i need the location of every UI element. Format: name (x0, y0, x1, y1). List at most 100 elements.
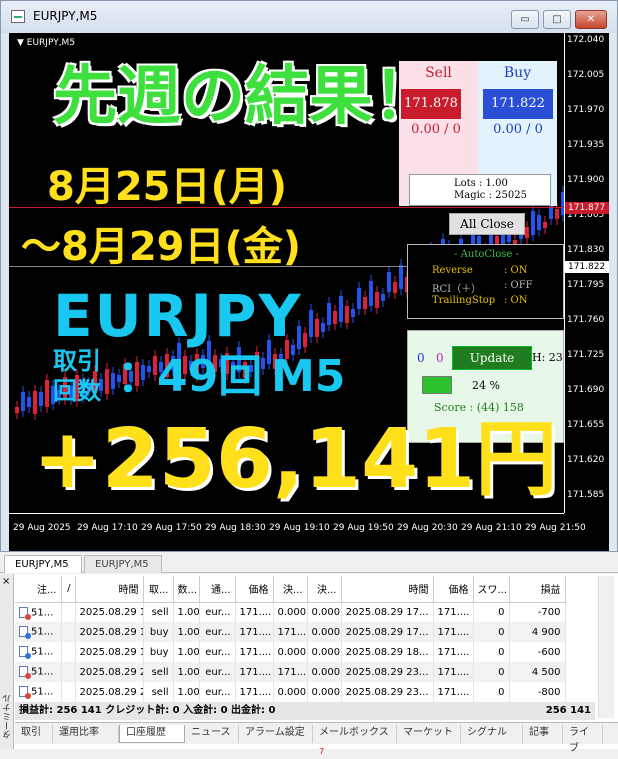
table-cell (61, 662, 76, 682)
magic-value: Magic : 25025 (454, 190, 527, 201)
table-cell: 171.... (273, 662, 308, 682)
table-cell: 2025.08.29 21... (75, 662, 144, 682)
table-row[interactable]: 51...2025.08.29 17...buy1.00eur...171...… (15, 622, 566, 642)
summary-bar: 損益計: 256 141 クレジット計: 0 入金計: 0 出金計: 0 256… (15, 702, 595, 720)
terminal-tab[interactable]: 口座履歴 (119, 725, 185, 743)
right-zero: 0 (436, 351, 444, 365)
table-cell (61, 602, 76, 622)
maximize-button[interactable]: □ (543, 10, 571, 29)
table-cell (61, 642, 76, 662)
table-row[interactable]: 51...2025.08.29 18...buy1.00eur...171...… (15, 642, 566, 662)
autoclose-panel: - AutoClose - Reverse : ON RCI（＋） : OFF … (407, 244, 564, 319)
table-cell: 0 (473, 642, 510, 662)
chart-tab-2[interactable]: EURJPY,M5 (84, 555, 162, 573)
column-header[interactable]: 損益 (509, 576, 566, 603)
candle-body (393, 282, 397, 293)
order-icon (19, 646, 31, 660)
trades-label-2: 回数 (53, 377, 101, 405)
rci-label: RCI（＋） (432, 284, 482, 295)
table-cell: 1.00 (173, 622, 200, 642)
time-tick-label: 29 Aug 18:30 (205, 523, 266, 533)
column-header[interactable]: 価格 (433, 576, 474, 603)
table-cell: 171.... (433, 642, 474, 662)
table-cell: 2025.08.29 17... (75, 622, 144, 642)
table-cell: 2025.08.29 17... (341, 602, 434, 622)
table-row[interactable]: 51...2025.08.29 22...sell1.00eur...171..… (15, 682, 566, 702)
close-button[interactable]: ✕ (575, 10, 607, 29)
chart-tab-1[interactable]: EURJPY,M5 (4, 555, 82, 573)
table-cell: 171.... (235, 662, 274, 682)
table-cell: 2025.08.29 23... (341, 682, 434, 702)
price-tick-label: 171.970 (567, 105, 605, 115)
table-scrollbar[interactable] (598, 576, 614, 718)
column-header[interactable]: 注... (15, 576, 62, 603)
time-axis-line (9, 513, 564, 514)
order-icon (19, 626, 31, 640)
table-cell: 171.... (235, 622, 274, 642)
column-header[interactable]: 数... (173, 576, 200, 603)
minimize-button[interactable]: ▭ (511, 10, 539, 29)
candle-body (345, 306, 349, 323)
terminal-tab[interactable]: 運用比率 (53, 725, 119, 743)
terminal-tab[interactable]: メールボックス7 (313, 725, 397, 756)
column-header[interactable]: 決... (273, 576, 308, 603)
candle-body (21, 392, 25, 411)
price-tick-label: 171.690 (567, 385, 605, 395)
title-bar[interactable]: EURJPY,M5 ▭ □ ✕ (1, 1, 617, 33)
price-chart[interactable]: ▼ EURJPY,M5 172.040 172.005 171.970 171.935… (9, 33, 609, 551)
profit-text: +256,141円 (33, 412, 558, 507)
candle-body (315, 319, 319, 337)
column-header[interactable]: 価格 (235, 576, 274, 603)
all-close-button[interactable]: All Close (449, 213, 525, 235)
lot-info-box: Lots : 1.00 Magic : 25025 (409, 174, 551, 206)
trades-colon: ： (117, 351, 161, 402)
table-cell (61, 622, 76, 642)
candle-body (39, 392, 43, 406)
column-header[interactable]: スワ... (473, 576, 510, 603)
column-header[interactable]: 通... (199, 576, 236, 603)
table-cell: 0.000 (307, 662, 342, 682)
table-cell: 171.... (273, 622, 308, 642)
column-header[interactable]: 時間 (75, 576, 144, 603)
chart-window-icon (11, 10, 25, 23)
update-button[interactable]: Update (452, 346, 532, 370)
table-cell: sell (143, 602, 174, 622)
table-cell: 0 (473, 622, 510, 642)
table-row[interactable]: 51...2025.08.29 21...sell1.00eur...171..… (15, 662, 566, 682)
table-cell: 171.... (235, 682, 274, 702)
table-cell: 0.000 (273, 602, 308, 622)
column-header[interactable]: 時間 (341, 576, 434, 603)
percent-value: 24 % (472, 379, 500, 392)
terminal-tab[interactable]: マーケット (397, 725, 461, 743)
candle-body (363, 297, 367, 309)
lots-value: Lots : 1.00 (454, 178, 508, 189)
chart-window: EURJPY,M5 ▭ □ ✕ ▼ EURJPY,M5 172.040 172.0… (0, 0, 618, 552)
terminal-tab[interactable]: 取引 (15, 725, 53, 743)
table-row[interactable]: 51...2025.08.29 16...sell1.00eur...171..… (15, 602, 566, 622)
terminal-tab[interactable]: アラーム設定 (239, 725, 313, 743)
table-cell: 51... (15, 642, 62, 662)
history-table: 注... / 時間 取... 数... 通... 価格 決... 決... 時間 価格 スワ... 損益… (15, 576, 566, 702)
terminal-tab[interactable]: ライブ (563, 725, 603, 754)
terminal-close-icon[interactable]: × (2, 576, 10, 587)
candle-body (525, 227, 529, 238)
trailing-value: : ON (504, 295, 528, 306)
column-header[interactable]: / (61, 576, 76, 603)
terminal-tab[interactable]: シグナル (461, 725, 523, 743)
h-value: H: 23 (532, 351, 563, 364)
candle-body (369, 281, 373, 306)
column-header[interactable]: 決... (307, 576, 342, 603)
trades-count: 49回 (157, 351, 263, 402)
column-header[interactable]: 取... (143, 576, 174, 603)
candle-body (33, 391, 37, 414)
table-cell: -800 (509, 682, 566, 702)
terminal-tab[interactable]: 記事 (523, 725, 563, 743)
price-tick-label: 171.585 (567, 490, 605, 500)
buy-button[interactable]: 171.822 (483, 89, 553, 119)
candle-body (537, 215, 541, 230)
candle-body (111, 373, 115, 389)
rci-value: : OFF (504, 280, 533, 291)
candle-body (375, 292, 379, 308)
terminal-side-label: ターミナル (3, 694, 13, 739)
terminal-tab[interactable]: ニュース (185, 725, 239, 743)
